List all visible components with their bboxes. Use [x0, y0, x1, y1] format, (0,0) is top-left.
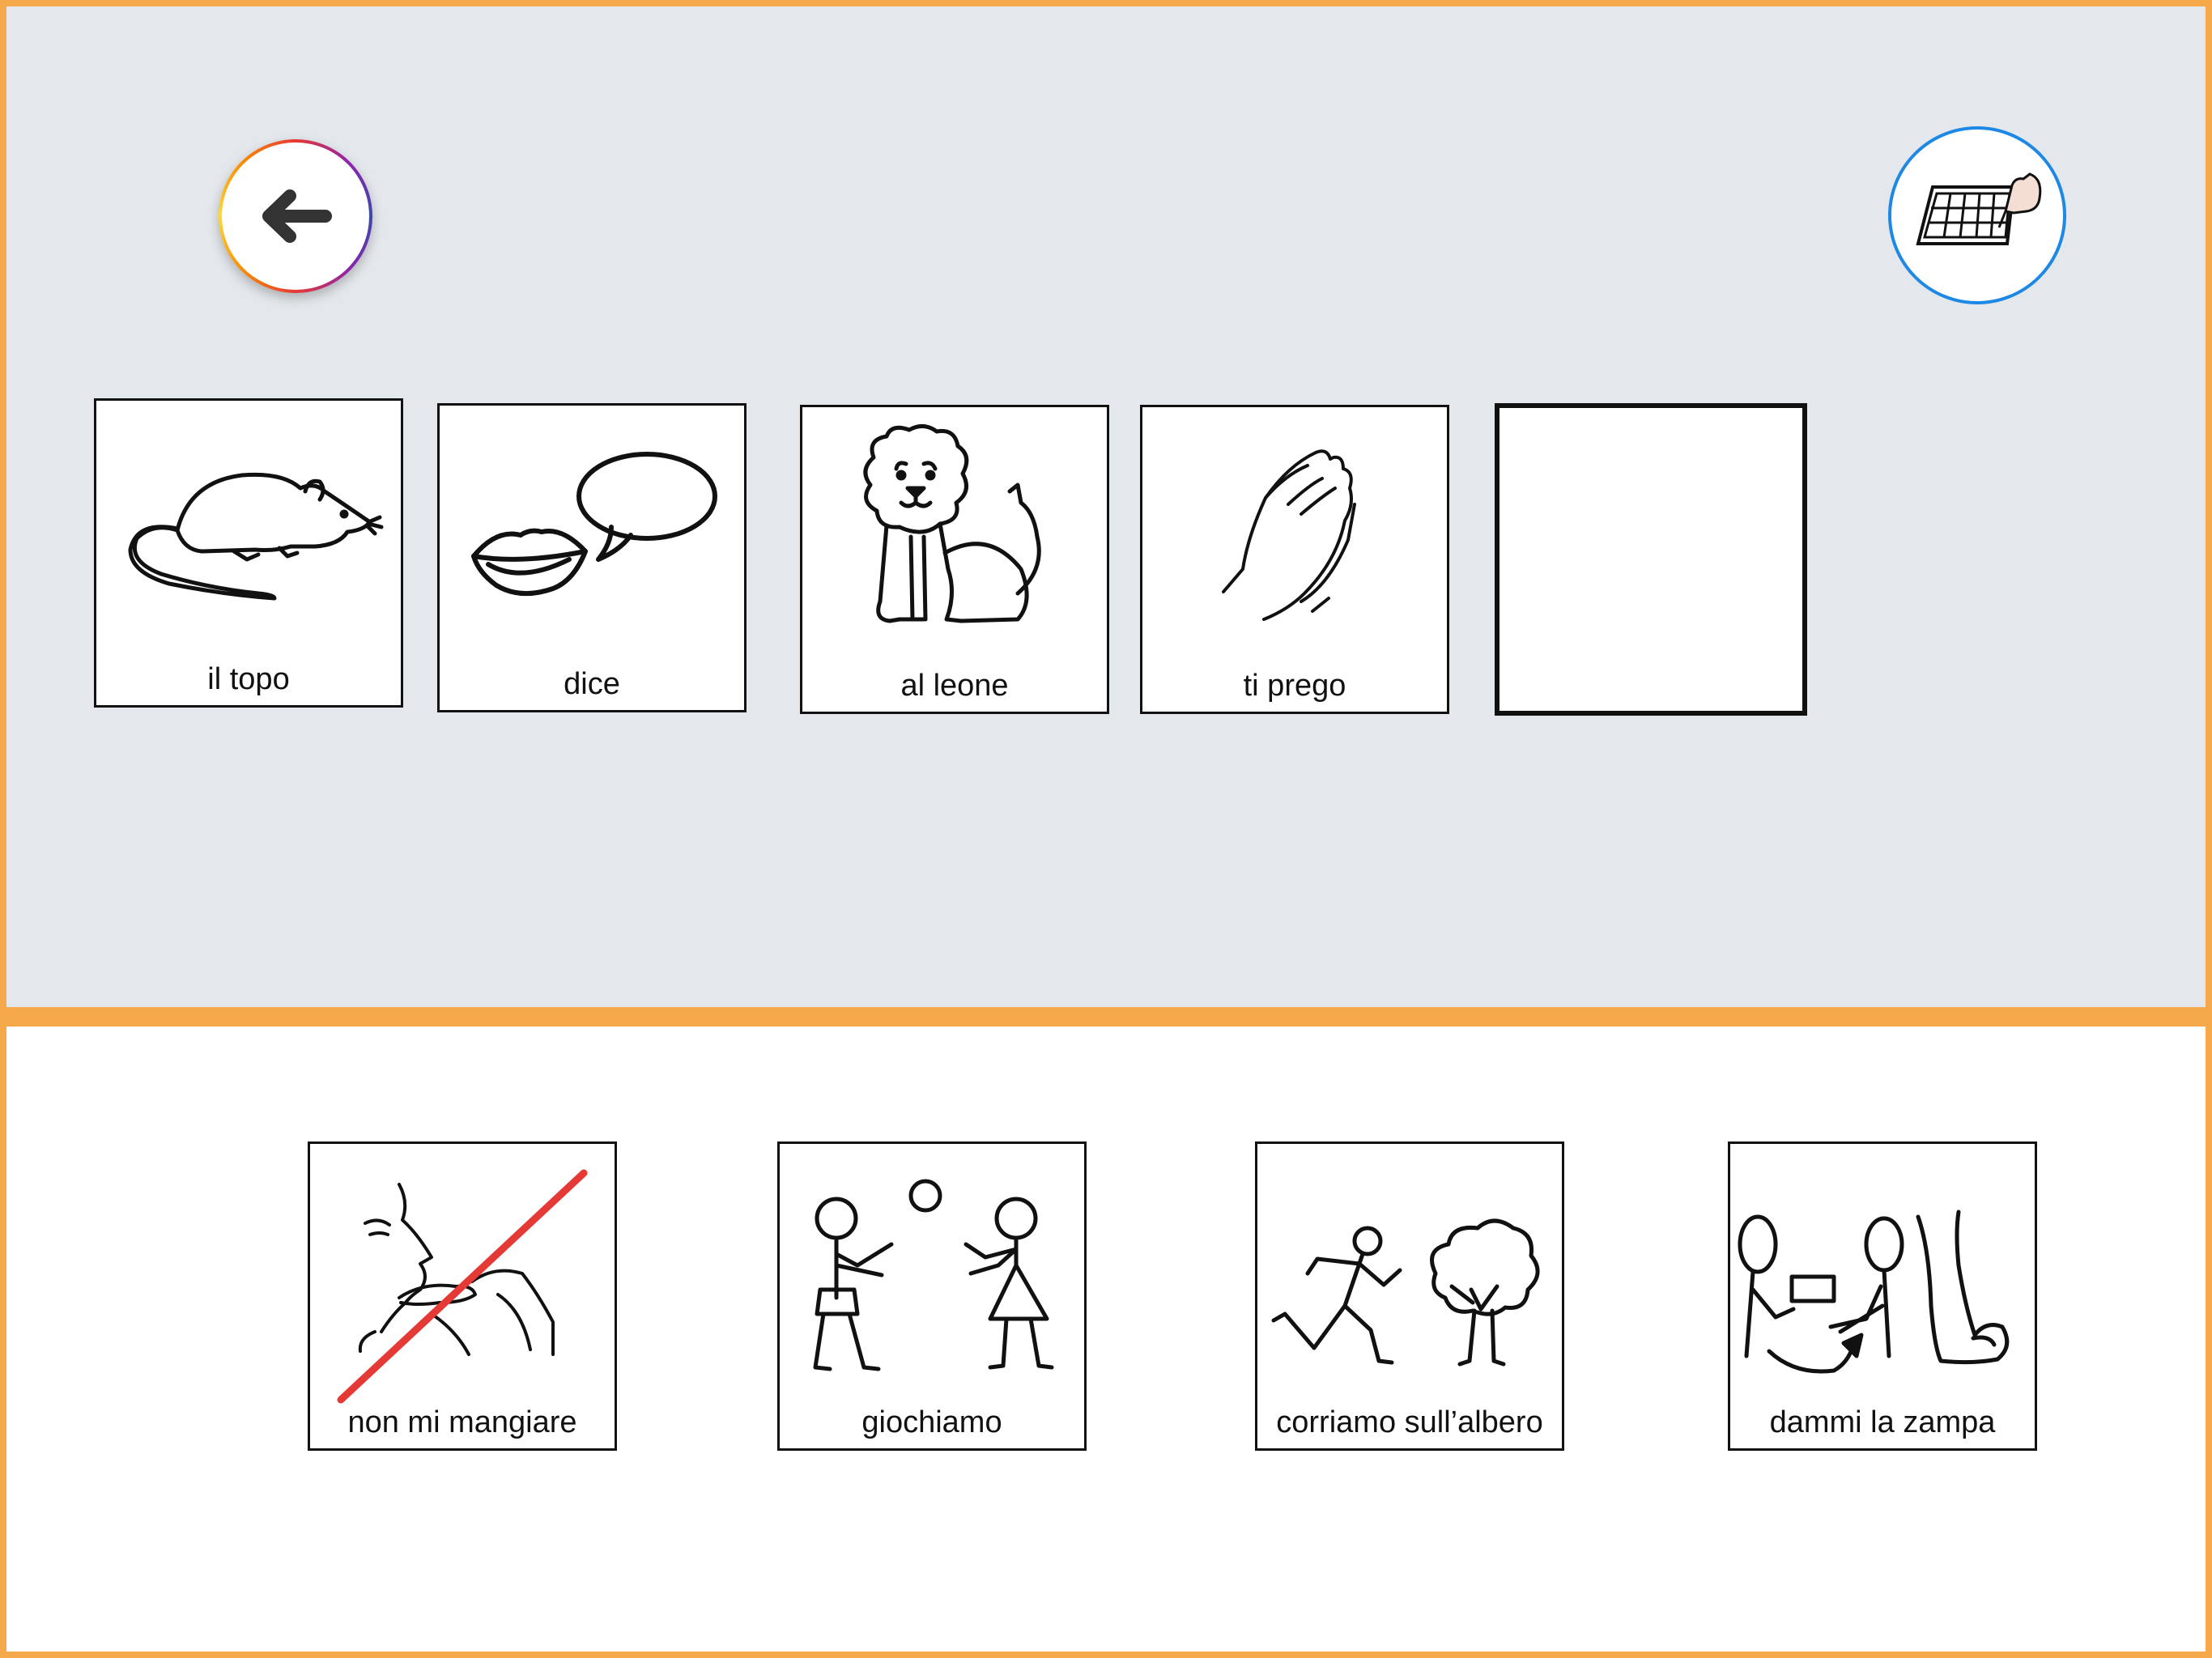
praying-hands-icon — [1222, 449, 1356, 621]
choice-card[interactable]: non mi mangiare — [308, 1141, 617, 1451]
back-button[interactable] — [219, 139, 372, 293]
sentence-card[interactable]: il topo — [94, 398, 403, 708]
mouse-icon — [128, 472, 384, 601]
choice-card-label: dammi la zampa — [1769, 1405, 1996, 1439]
lion-icon — [863, 424, 1041, 623]
choice-card[interactable]: dammi la zampa — [1728, 1141, 2037, 1451]
dont-eat-me-icon — [337, 1169, 588, 1404]
choice-card[interactable]: giochiamo — [777, 1141, 1087, 1451]
sentence-card-label: dice — [564, 667, 620, 701]
app-frame: il topo dice al leone ti prego non mi ma… — [0, 0, 2212, 1658]
play-ball-icon — [813, 1179, 1054, 1371]
give-paw-icon — [1738, 1209, 2010, 1374]
sentence-card[interactable]: ti prego — [1140, 405, 1449, 714]
run-to-tree-icon — [1271, 1218, 1540, 1367]
sentence-card-label: il topo — [207, 662, 290, 696]
sentence-area: il topo dice al leone ti prego — [6, 6, 2206, 1027]
choices-area: non mi mangiare giochiamo corriamo sull’… — [6, 1027, 2206, 1652]
sentence-card[interactable]: dice — [437, 403, 747, 712]
arrow-left-icon — [262, 189, 332, 243]
sentence-card-label: ti prego — [1243, 669, 1346, 703]
choice-card-label: giochiamo — [861, 1405, 1002, 1439]
choice-card-label: corriamo sull’albero — [1276, 1405, 1543, 1439]
choice-card-label: non mi mangiare — [347, 1405, 577, 1439]
speaking-lips-icon — [471, 452, 717, 597]
symbol-grid-keyboard-icon — [1916, 172, 2042, 245]
empty-sentence-slot[interactable] — [1495, 403, 1807, 716]
sentence-card[interactable]: al leone — [800, 405, 1109, 714]
choice-card[interactable]: corriamo sull’albero — [1255, 1141, 1564, 1451]
sentence-card-label: al leone — [900, 669, 1009, 703]
keyboard-button[interactable] — [1888, 126, 2066, 304]
